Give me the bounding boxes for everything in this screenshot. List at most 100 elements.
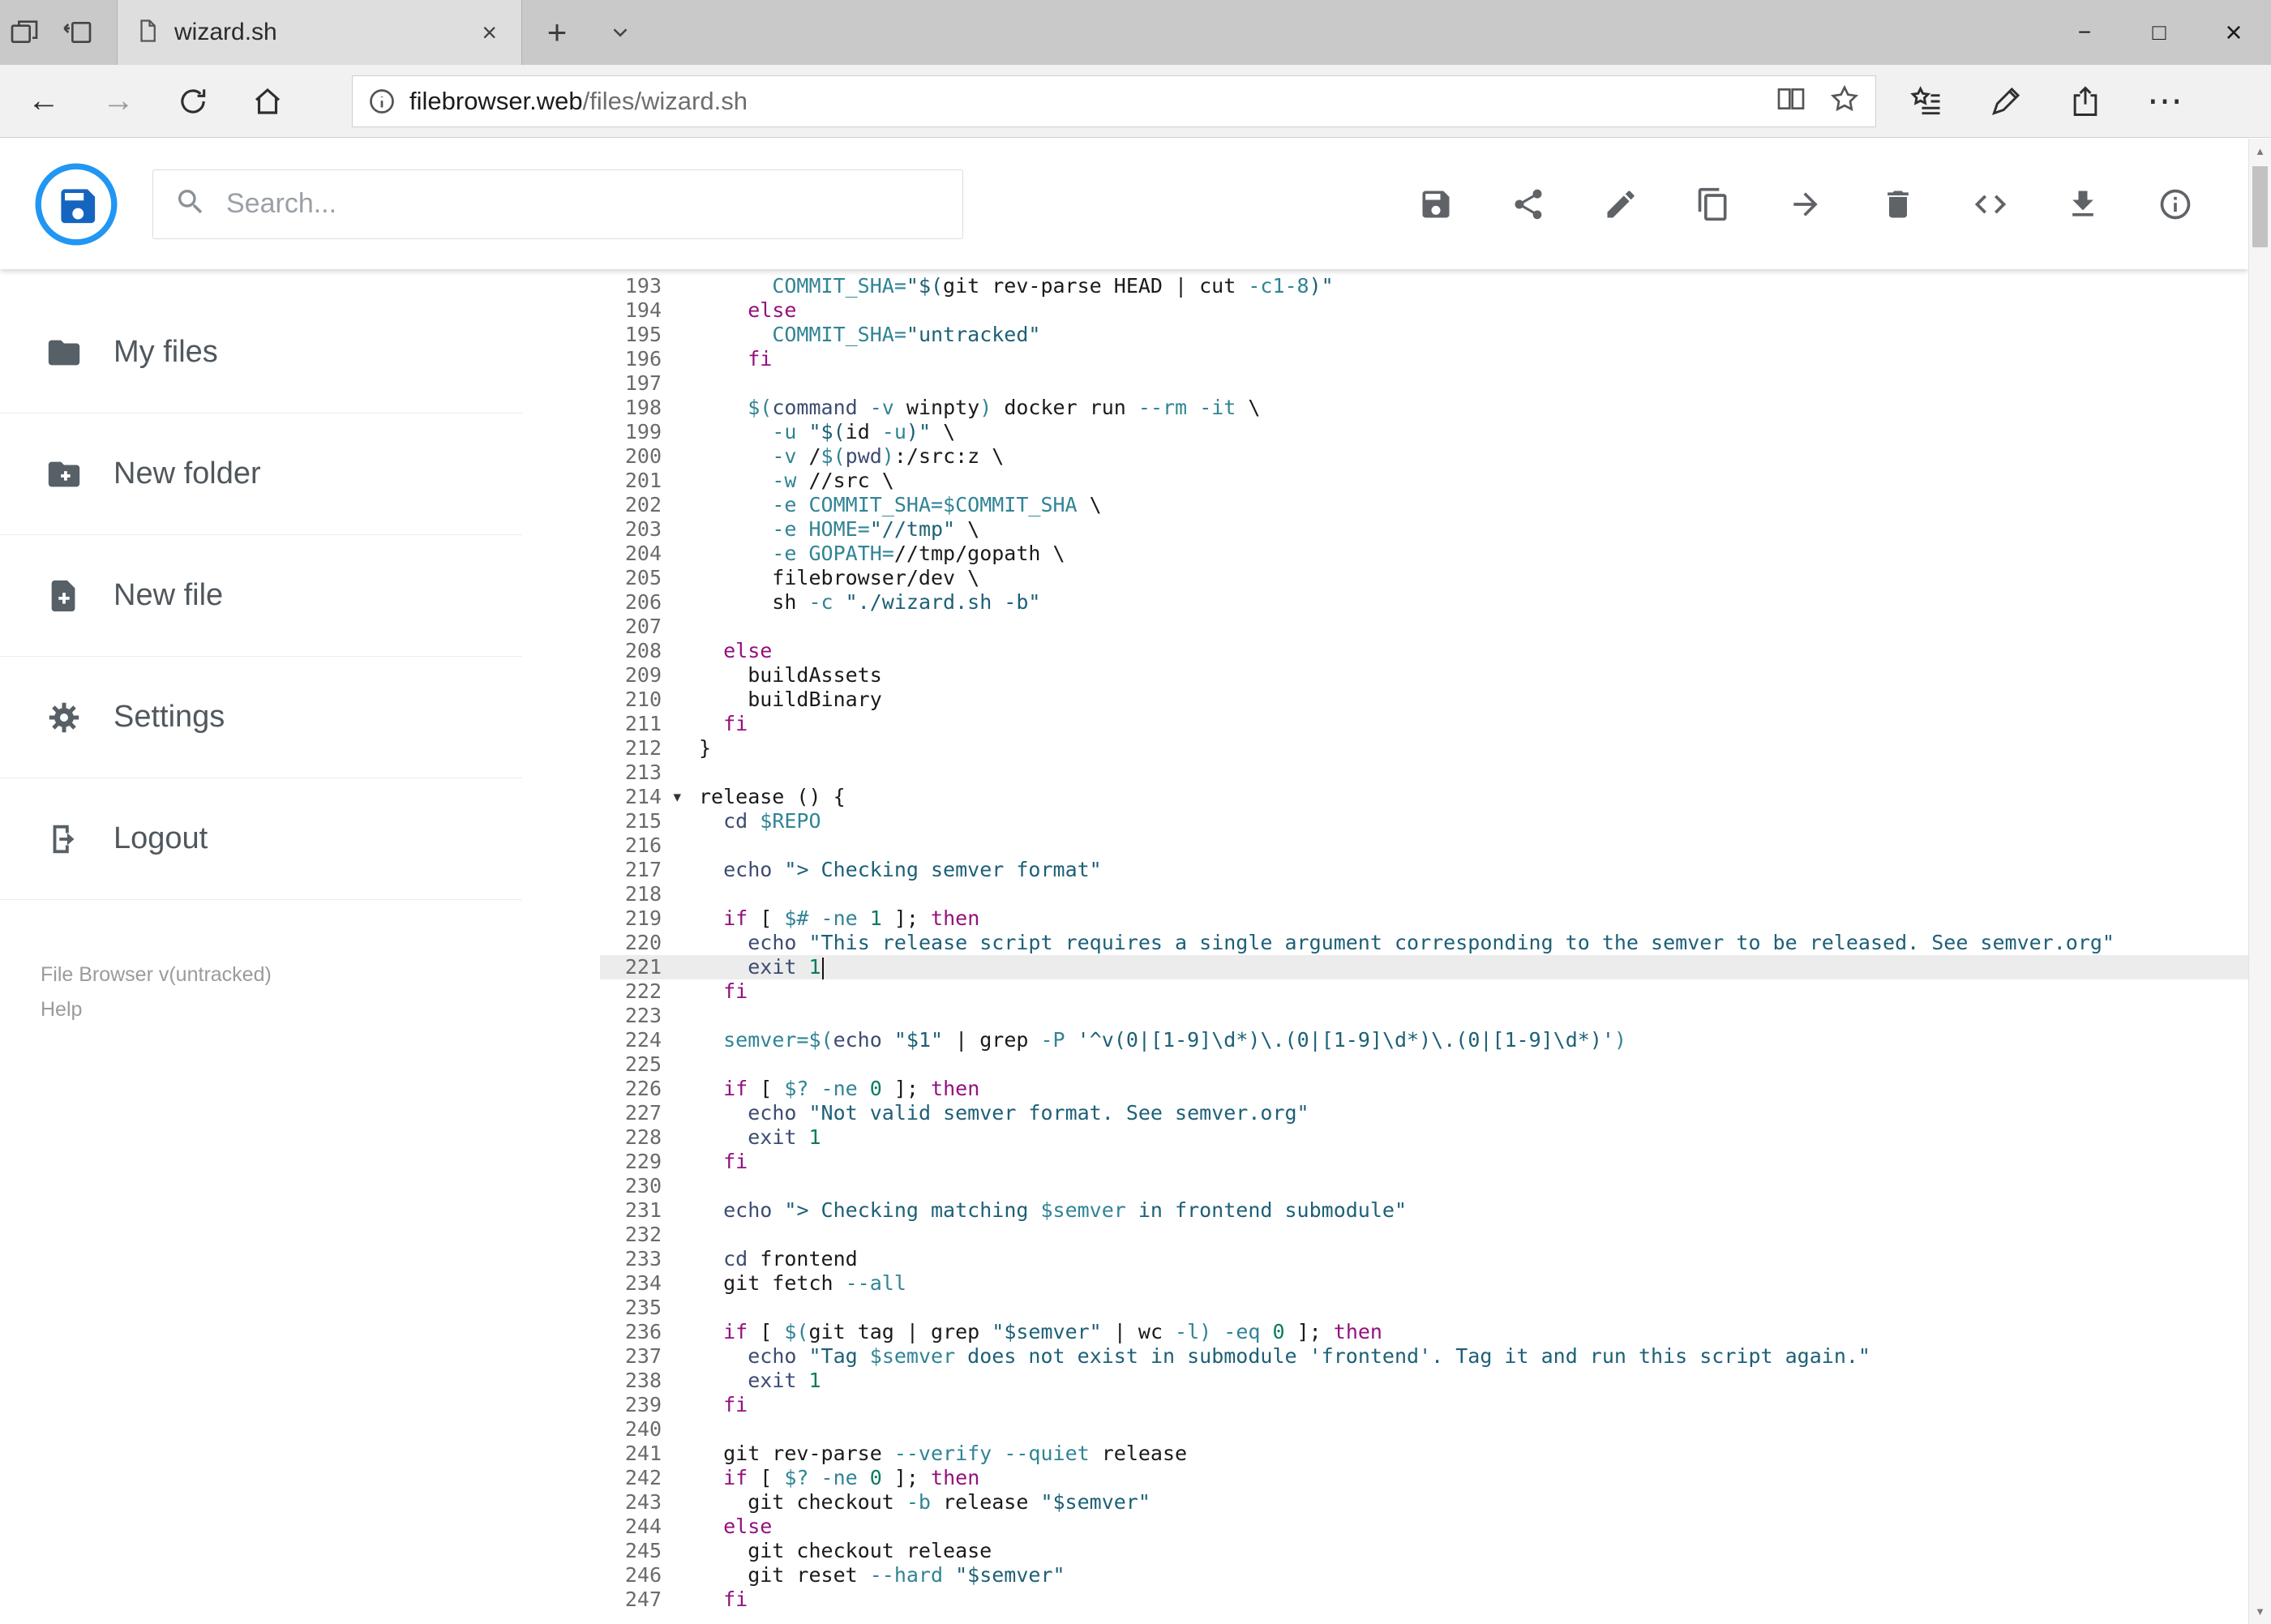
code-line[interactable]: 225	[600, 1052, 2248, 1077]
edit-button[interactable]	[1600, 183, 1642, 225]
code-line[interactable]: 234 git fetch --all	[600, 1271, 2248, 1296]
code-line[interactable]: 204 -e GOPATH=//tmp/gopath \	[600, 542, 2248, 566]
code-line[interactable]: 211 fi	[600, 712, 2248, 736]
code-line[interactable]: 226 if [ $? -ne 0 ]; then	[600, 1077, 2248, 1101]
maximize-button[interactable]: □	[2122, 0, 2196, 65]
code-line[interactable]: 219 if [ $# -ne 1 ]; then	[600, 906, 2248, 931]
code-line[interactable]: 210 buildBinary	[600, 688, 2248, 712]
favorite-star-icon[interactable]	[1828, 83, 1861, 119]
close-button[interactable]: ×	[2196, 0, 2271, 65]
sidebar-item-my-files[interactable]: My files	[0, 292, 522, 413]
help-link[interactable]: Help	[41, 998, 600, 1022]
scrollbar-thumb[interactable]	[2252, 166, 2268, 247]
code-line[interactable]: 232	[600, 1223, 2248, 1247]
code-line[interactable]: 240	[600, 1417, 2248, 1442]
code-line[interactable]: 235	[600, 1296, 2248, 1320]
code-line[interactable]: 241 git rev-parse --verify --quiet relea…	[600, 1442, 2248, 1466]
code-line[interactable]: 237 echo "Tag $semver does not exist in …	[600, 1344, 2248, 1369]
code-line[interactable]: 231 echo "> Checking matching $semver in…	[600, 1198, 2248, 1223]
sidebar-item-new-folder[interactable]: New folder	[0, 413, 522, 535]
download-button[interactable]	[2062, 183, 2104, 225]
browser-tab[interactable]: wizard.sh ×	[117, 0, 522, 65]
code-line[interactable]: 246 git reset --hard "$semver"	[600, 1563, 2248, 1588]
code-line[interactable]: 247 fi	[600, 1588, 2248, 1612]
code-line[interactable]: 221 exit 1	[600, 955, 2248, 979]
code-line[interactable]: 220 echo "This release script requires a…	[600, 931, 2248, 955]
scroll-down-icon[interactable]: ▼	[2249, 1605, 2271, 1618]
code-line[interactable]: 208 else	[600, 639, 2248, 663]
code-line[interactable]: 197	[600, 371, 2248, 396]
reading-view-icon[interactable]	[1775, 83, 1807, 119]
code-line[interactable]: 200 -v /$(pwd):/src:z \	[600, 444, 2248, 469]
code-line[interactable]: 245 git checkout release	[600, 1539, 2248, 1563]
back-button[interactable]: ←	[6, 83, 81, 119]
sidebar-item-settings[interactable]: Settings	[0, 657, 522, 778]
code-line[interactable]: 209 buildAssets	[600, 663, 2248, 688]
code-line[interactable]: 238 exit 1	[600, 1369, 2248, 1393]
code-line[interactable]: 212}	[600, 736, 2248, 761]
new-tab-button[interactable]: +	[522, 0, 592, 65]
code-line[interactable]: 244 else	[600, 1515, 2248, 1539]
code-editor[interactable]: 193 COMMIT_SHA="$(git rev-parse HEAD | c…	[600, 269, 2248, 1624]
code-line[interactable]: 227 echo "Not valid semver format. See s…	[600, 1101, 2248, 1125]
info-button[interactable]	[2154, 183, 2196, 225]
page-scrollbar[interactable]: ▲ ▼	[2248, 139, 2271, 1624]
code-line[interactable]: 213	[600, 761, 2248, 785]
code-line[interactable]: 203 -e HOME="//tmp" \	[600, 517, 2248, 542]
sidebar-item-logout[interactable]: Logout	[0, 778, 522, 900]
tab-preview-icon[interactable]	[8, 16, 41, 49]
code-line[interactable]: 222 fi	[600, 979, 2248, 1004]
tab-close-icon[interactable]: ×	[475, 18, 503, 48]
code-line[interactable]: 230	[600, 1174, 2248, 1198]
more-options-icon[interactable]: ⋯	[2147, 83, 2183, 118]
copy-button[interactable]	[1692, 183, 1734, 225]
code-line[interactable]: 228 exit 1	[600, 1125, 2248, 1150]
move-button[interactable]	[1785, 183, 1827, 225]
code-line[interactable]: 214 ▾ release () {	[600, 785, 2248, 809]
code-line[interactable]: 233 cd frontend	[600, 1247, 2248, 1271]
code-line[interactable]: 195 COMMIT_SHA="untracked"	[600, 323, 2248, 347]
code-line[interactable]: 224 semver=$(echo "$1" | grep -P '^v(0|[…	[600, 1028, 2248, 1052]
code-line[interactable]: 216	[600, 833, 2248, 858]
code-line[interactable]: 196 fi	[600, 347, 2248, 371]
scroll-up-icon[interactable]: ▲	[2249, 145, 2271, 157]
code-line[interactable]: 207	[600, 615, 2248, 639]
code-line[interactable]: 215 cd $REPO	[600, 809, 2248, 833]
code-line[interactable]: 193 COMMIT_SHA="$(git rev-parse HEAD | c…	[600, 274, 2248, 298]
minimize-button[interactable]: −	[2047, 0, 2122, 65]
tab-list-chevron-icon[interactable]	[592, 0, 649, 65]
save-button[interactable]	[1415, 183, 1457, 225]
search-bar[interactable]	[152, 169, 963, 239]
code-line[interactable]: 198 $(command -v winpty) docker run --rm…	[600, 396, 2248, 420]
code-line[interactable]: 218	[600, 882, 2248, 906]
share-button[interactable]	[1507, 183, 1549, 225]
code-line[interactable]: 223	[600, 1004, 2248, 1028]
code-line[interactable]: 236 if [ $(git tag | grep "$semver" | wc…	[600, 1320, 2248, 1344]
forward-button[interactable]: →	[81, 83, 156, 119]
favorites-hub-icon[interactable]	[1909, 84, 1944, 119]
fold-arrow-icon[interactable]: ▾	[673, 785, 681, 809]
code-line[interactable]: 243 git checkout -b release "$semver"	[600, 1490, 2248, 1515]
code-line[interactable]: 239 fi	[600, 1393, 2248, 1417]
code-line[interactable]: 205 filebrowser/dev \	[600, 566, 2248, 590]
code-line[interactable]: 194 else	[600, 298, 2248, 323]
code-line[interactable]: 202 -e COMMIT_SHA=$COMMIT_SHA \	[600, 493, 2248, 517]
code-line[interactable]: 206 sh -c "./wizard.sh -b"	[600, 590, 2248, 615]
sidebar-item-new-file[interactable]: New file	[0, 535, 522, 657]
code-view-button[interactable]	[1969, 183, 2012, 225]
search-input[interactable]	[226, 188, 941, 220]
set-tabs-aside-icon[interactable]	[62, 16, 94, 49]
code-line[interactable]: 229 fi	[600, 1150, 2248, 1174]
code-line[interactable]: 201 -w //src \	[600, 469, 2248, 493]
home-button[interactable]	[230, 84, 305, 118]
code-line[interactable]: 199 -u "$(id -u)" \	[600, 420, 2248, 444]
code-line[interactable]: 242 if [ $? -ne 0 ]; then	[600, 1466, 2248, 1490]
url-field[interactable]: filebrowser.web/files/wizard.sh	[352, 75, 1876, 127]
site-info-icon[interactable]	[367, 87, 396, 116]
delete-button[interactable]	[1877, 183, 1919, 225]
refresh-button[interactable]	[156, 84, 230, 118]
code-line[interactable]: 217 echo "> Checking semver format"	[600, 858, 2248, 882]
web-note-pen-icon[interactable]	[1988, 84, 2024, 119]
share-page-icon[interactable]	[2067, 84, 2103, 119]
filebrowser-logo[interactable]	[34, 162, 118, 246]
